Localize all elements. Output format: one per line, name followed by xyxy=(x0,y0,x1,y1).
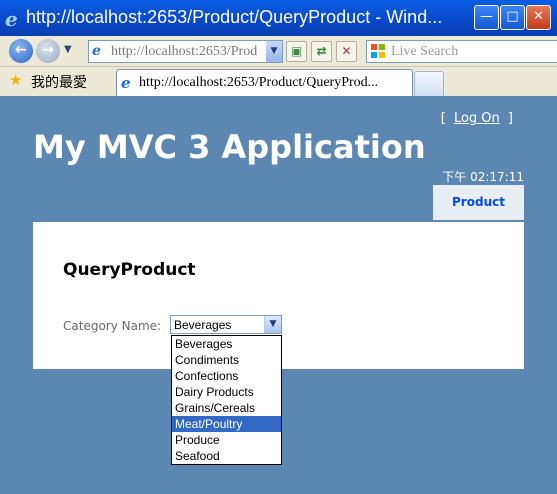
back-button[interactable]: ← xyxy=(9,39,33,63)
current-time: 下午 02:17:11 xyxy=(442,170,524,184)
menu-item-product[interactable]: Product xyxy=(433,185,524,220)
favorites-label[interactable]: 我的最愛 xyxy=(31,72,87,92)
live-search-logo-icon xyxy=(371,44,385,58)
page-icon: e xyxy=(92,43,101,59)
tab-title: http://localhost:2653/Product/QueryProd.… xyxy=(139,75,379,90)
category-select-value: Beverages xyxy=(174,318,232,332)
ie-icon: e xyxy=(5,7,18,31)
window-titlebar: e http://localhost:2653/Product/QueryPro… xyxy=(0,0,557,36)
window-title: http://localhost:2653/Product/QueryProdu… xyxy=(26,7,443,27)
browser-tab[interactable]: e http://localhost:2653/Product/QueryPro… xyxy=(116,69,413,97)
refresh-button[interactable]: ⇄ xyxy=(311,41,332,62)
address-input[interactable]: http://localhost:2653/Product/QueryProdu… xyxy=(111,44,257,60)
category-option[interactable]: Seafood xyxy=(172,448,281,464)
minimize-button[interactable]: — xyxy=(474,5,499,30)
category-dropdown-list: Beverages Condiments Confections Dairy P… xyxy=(171,335,282,465)
log-on-link[interactable]: Log On xyxy=(454,111,500,126)
search-input[interactable]: Live Search xyxy=(391,44,458,60)
new-tab-button[interactable] xyxy=(414,71,444,96)
category-option[interactable]: Condiments xyxy=(172,352,281,368)
app-title: My MVC 3 Application xyxy=(33,128,426,166)
login-bracket-open: [ xyxy=(440,111,446,126)
category-option[interactable]: Grains/Cereals xyxy=(172,400,281,416)
favorites-bar: ★ 我的最愛 e http://localhost:2653/Product/Q… xyxy=(0,67,557,97)
category-option[interactable]: Produce xyxy=(172,432,281,448)
compatibility-view-button[interactable]: ▣ xyxy=(286,41,307,62)
search-box[interactable]: Live Search xyxy=(366,40,557,63)
category-option[interactable]: Confections xyxy=(172,368,281,384)
login-display: [ Log On ] xyxy=(441,111,513,126)
stop-button[interactable]: ✕ xyxy=(336,41,357,62)
category-option[interactable]: Dairy Products xyxy=(172,384,281,400)
close-button[interactable]: ✕ xyxy=(526,5,551,30)
category-name-label: Category Name: xyxy=(63,319,162,333)
address-bar[interactable]: e http://localhost:2653/Product/QueryPro… xyxy=(88,40,283,63)
page-heading: QueryProduct xyxy=(63,260,196,280)
forward-button[interactable]: → xyxy=(36,39,60,63)
category-select[interactable]: Beverages ▼ xyxy=(170,315,282,334)
chevron-down-icon[interactable]: ▼ xyxy=(264,316,281,333)
category-option[interactable]: Beverages xyxy=(172,336,281,352)
login-bracket-close: ] xyxy=(507,111,513,126)
tab-page-icon: e xyxy=(121,74,131,92)
maximize-button[interactable]: □ xyxy=(500,5,525,30)
navigation-bar: ← → ▼ e http://localhost:2653/Product/Qu… xyxy=(0,36,557,67)
favorites-star-icon[interactable]: ★ xyxy=(9,71,22,89)
address-dropdown-button[interactable]: ▼ xyxy=(266,41,282,62)
recent-pages-dropdown-icon[interactable]: ▼ xyxy=(64,44,72,55)
category-option-highlighted[interactable]: Meat/Poultry xyxy=(172,416,281,432)
